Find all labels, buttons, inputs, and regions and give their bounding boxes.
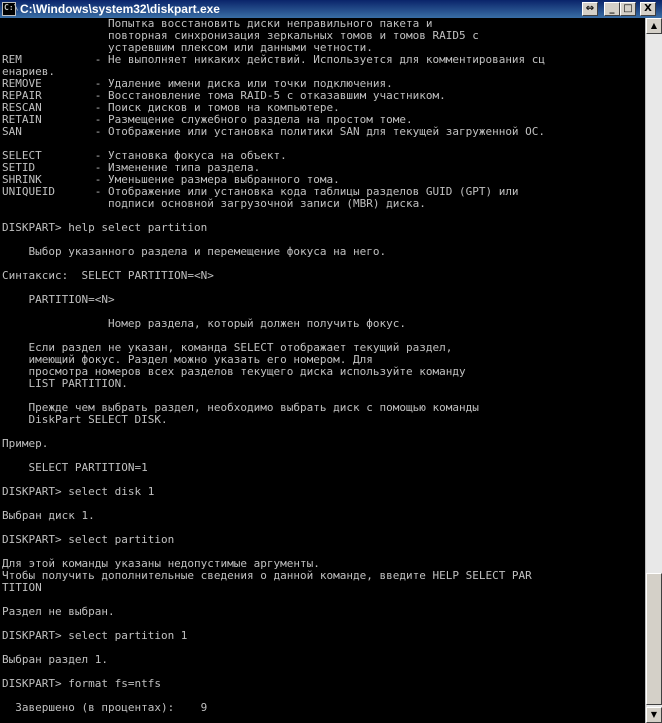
console-line: LIST PARTITION. [2, 377, 128, 390]
console-line: Чтобы получить дополнительные сведения о… [2, 569, 532, 582]
vertical-scrollbar[interactable]: ▲ ▼ [645, 18, 662, 723]
maximize-button[interactable]: □ [620, 2, 636, 16]
console-line: DISKPART> select disk 1 [2, 485, 155, 498]
console-line: Синтаксис: SELECT PARTITION=<N> [2, 269, 214, 282]
console-line: подписи основной загрузочной записи (MBR… [2, 197, 426, 210]
minimize-button[interactable]: _ [604, 2, 620, 16]
console-window: C:\ C:\Windows\system32\diskpart.exe ⇔ _… [0, 0, 662, 723]
console-line: DISKPART> select partition 1 [2, 629, 188, 642]
scroll-up-arrow-icon[interactable]: ▲ [646, 18, 662, 34]
console-line: DISKPART> select partition [2, 533, 175, 546]
console-line: DISKPART> help select partition [2, 221, 208, 234]
console-output[interactable]: Попытка восстановить диски неправильного… [0, 18, 645, 723]
console-app-icon[interactable]: C:\ [2, 2, 18, 16]
console-line: Выбран раздел 1. [2, 653, 108, 666]
console-line: SELECT PARTITION=1 [2, 461, 148, 474]
window-title: C:\Windows\system32\diskpart.exe [20, 2, 220, 16]
console-line: Раздел не выбран. [2, 605, 115, 618]
console-line: REM - Не выполняет никаких действий. Исп… [2, 53, 546, 66]
console-line: DiskPart SELECT DISK. [2, 413, 168, 426]
scrollbar-thumb[interactable] [646, 573, 662, 705]
console-line: SAN - Отображение или установка политики… [2, 125, 546, 138]
resize-arrows-button[interactable]: ⇔ [582, 2, 598, 16]
console-line: Пример. [2, 437, 49, 450]
console-line: PARTITION=<N> [2, 293, 115, 306]
console-line: Завершено (в процентах): 9 [2, 701, 208, 714]
console-text-area: Попытка восстановить диски неправильного… [0, 18, 645, 714]
close-button[interactable]: X [640, 2, 656, 16]
title-bar[interactable]: C:\ C:\Windows\system32\diskpart.exe ⇔ _… [0, 0, 662, 18]
console-line: TITION [2, 581, 42, 594]
console-line: Выбран диск 1. [2, 509, 95, 522]
scroll-down-arrow-icon[interactable]: ▼ [646, 707, 662, 723]
console-line: Номер раздела, который должен получить ф… [2, 317, 406, 330]
console-line: DISKPART> format fs=ntfs [2, 677, 161, 690]
console-line: Выбор указанного раздела и перемещение ф… [2, 245, 387, 258]
